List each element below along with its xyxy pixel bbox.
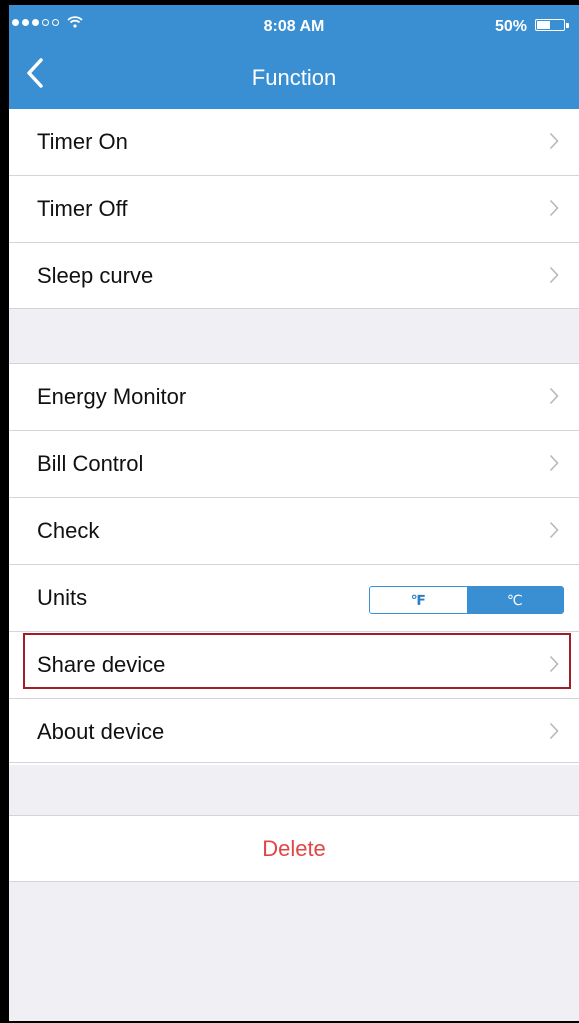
battery-icon	[535, 19, 569, 31]
chevron-right-icon	[549, 132, 559, 150]
list-item-about-device[interactable]: About device	[9, 699, 579, 765]
chevron-right-icon	[549, 655, 559, 673]
list-item-label: About device	[37, 719, 165, 744]
chevron-right-icon	[549, 722, 559, 740]
list-item-label: Timer On	[37, 129, 128, 154]
chevron-right-icon	[549, 266, 559, 284]
device-group: Energy Monitor Bill Control Check Units …	[9, 364, 579, 765]
delete-group: Delete	[9, 815, 579, 882]
chevron-right-icon	[549, 454, 559, 472]
app-frame: 8:08 AM 50% Function Timer On Timer Off	[0, 0, 579, 1023]
list-item-label: Timer Off	[37, 196, 128, 221]
list-item-units: Units ℉ ℃	[9, 565, 579, 632]
units-toggle[interactable]: ℉ ℃	[369, 586, 564, 614]
chevron-right-icon	[549, 199, 559, 217]
section-divider	[9, 762, 579, 763]
list-item-check[interactable]: Check	[9, 498, 579, 565]
status-time: 8:08 AM	[263, 18, 325, 35]
list-item-label: Share device	[37, 652, 166, 677]
top-bar: 8:08 AM 50% Function	[9, 5, 579, 109]
list-item-timer-on[interactable]: Timer On	[9, 109, 579, 176]
nav-bar: Function	[9, 45, 579, 109]
list-item-timer-off[interactable]: Timer Off	[9, 176, 579, 243]
list-item-label: Bill Control	[37, 451, 144, 476]
battery-percent: 50%	[494, 18, 527, 35]
list-item-label: Energy Monitor	[37, 384, 187, 409]
list-item-energy-monitor[interactable]: Energy Monitor	[9, 364, 579, 431]
list-item-label: Check	[37, 518, 100, 543]
unit-fahrenheit-option[interactable]: ℉	[370, 587, 467, 613]
timer-group: Timer On Timer Off Sleep curve	[9, 109, 579, 309]
list-item-sleep-curve[interactable]: Sleep curve	[9, 243, 579, 309]
section-divider	[9, 308, 579, 309]
page-title: Function	[251, 65, 337, 90]
unit-celsius-option[interactable]: ℃	[466, 587, 563, 613]
list-item-bill-control[interactable]: Bill Control	[9, 431, 579, 498]
list-item-share-device[interactable]: Share device	[9, 632, 579, 699]
chevron-right-icon	[549, 521, 559, 539]
list-item-label: Sleep curve	[37, 263, 154, 288]
delete-button[interactable]: Delete	[9, 816, 579, 881]
list-item-label: Units	[37, 585, 88, 610]
chevron-right-icon	[549, 387, 559, 405]
status-bar: 8:08 AM 50%	[9, 5, 579, 45]
